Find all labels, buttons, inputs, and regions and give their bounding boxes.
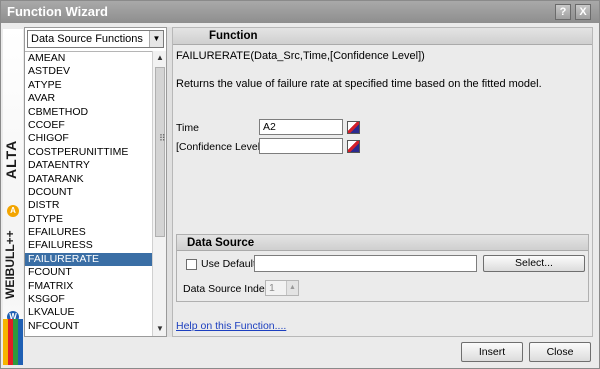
list-item[interactable]: DISTR xyxy=(25,199,152,212)
list-item[interactable]: NFCOUNT xyxy=(25,320,152,333)
list-item[interactable]: DCOUNT xyxy=(25,186,152,199)
param-label-confidence: [Confidence Level] xyxy=(176,141,263,153)
splitter-grip-icon[interactable]: ⠿ xyxy=(159,133,166,144)
list-item[interactable]: EFAILURESS xyxy=(25,239,152,252)
data-source-header: Data Source xyxy=(177,235,588,251)
function-detail-panel: Function FAILURERATE(Data_Src,Time,[Conf… xyxy=(172,27,593,337)
alta-logo: ALTA xyxy=(3,139,19,179)
list-item[interactable]: CBMETHOD xyxy=(25,106,152,119)
function-list-panel: Data Source Functions ▼ AMEAN ASTDEV ATYPE… xyxy=(24,27,167,337)
function-header: Function xyxy=(173,28,592,45)
help-link[interactable]: Help on this Function.... xyxy=(176,320,286,332)
list-item[interactable]: FAILURERATE xyxy=(25,252,152,267)
param-label-time: Time xyxy=(176,122,199,134)
list-item[interactable]: ATYPE xyxy=(25,79,152,92)
data-source-index-value: 1 xyxy=(269,282,275,294)
select-button[interactable]: Select... xyxy=(483,255,585,272)
list-item[interactable]: LKVALUE xyxy=(25,306,152,319)
cell-picker-icon[interactable] xyxy=(347,121,360,134)
list-item[interactable]: FMATRIX xyxy=(25,280,152,293)
list-item[interactable]: CHIGOF xyxy=(25,132,152,145)
category-dropdown[interactable]: Data Source Functions ▼ xyxy=(27,30,164,48)
data-source-group: Data Source Use Default Select... Data S… xyxy=(176,234,589,302)
weibull-logo: WEIBULL++ xyxy=(3,230,17,300)
brand-strip: ALTA A WEIBULL++ W xyxy=(3,29,23,365)
use-default-checkbox[interactable] xyxy=(186,259,197,270)
list-item[interactable]: FCOUNT xyxy=(25,266,152,279)
brand-color-stripes xyxy=(3,319,23,365)
list-item[interactable]: EFAILURES xyxy=(25,226,152,239)
list-item[interactable]: CCOEF xyxy=(25,119,152,132)
list-item[interactable]: AVAR xyxy=(25,92,152,105)
function-wizard-window: Function Wizard ? X ALTA A WEIBULL++ W D… xyxy=(0,0,600,369)
use-default-label[interactable]: Use Default xyxy=(201,258,256,270)
scroll-down-icon[interactable]: ▼ xyxy=(153,322,167,336)
function-list[interactable]: AMEAN ASTDEV ATYPE AVAR CBMETHOD CCOEF CHIGOF C… xyxy=(25,51,152,336)
scroll-up-icon[interactable]: ▲ xyxy=(153,51,167,65)
list-item[interactable]: KSGOF xyxy=(25,293,152,306)
function-description: Returns the value of failure rate at spe… xyxy=(176,78,542,90)
data-source-input[interactable] xyxy=(254,255,477,272)
list-item[interactable]: DTYPE xyxy=(25,213,152,226)
function-list-scrollbar[interactable]: ▲ ▼ xyxy=(152,51,166,336)
list-item[interactable]: DATAENTRY xyxy=(25,159,152,172)
close-button[interactable]: Close xyxy=(529,342,591,362)
chevron-down-icon[interactable]: ▼ xyxy=(149,31,163,47)
scroll-thumb[interactable] xyxy=(155,67,165,237)
title-bar[interactable]: Function Wizard ? X xyxy=(1,1,599,23)
list-item[interactable]: DATARANK xyxy=(25,173,152,186)
help-icon[interactable]: ? xyxy=(555,4,571,20)
category-dropdown-value: Data Source Functions xyxy=(31,33,143,45)
insert-button[interactable]: Insert xyxy=(461,342,523,362)
spin-arrows-icon: ▲ xyxy=(286,281,298,295)
cell-picker-icon[interactable] xyxy=(347,140,360,153)
close-icon[interactable]: X xyxy=(575,4,591,20)
list-item[interactable]: COSTPERUNITTIME xyxy=(25,146,152,159)
list-item[interactable]: AMEAN xyxy=(25,52,152,65)
window-title: Function Wizard xyxy=(7,4,108,19)
data-source-index-label: Data Source Index xyxy=(183,283,270,295)
time-input[interactable]: A2 xyxy=(259,119,343,135)
data-source-index-stepper: 1 ▲ xyxy=(265,280,299,296)
confidence-level-input[interactable] xyxy=(259,138,343,154)
list-item[interactable]: ASTDEV xyxy=(25,65,152,78)
function-syntax: FAILURERATE(Data_Src,Time,[Confidence Le… xyxy=(176,50,425,62)
